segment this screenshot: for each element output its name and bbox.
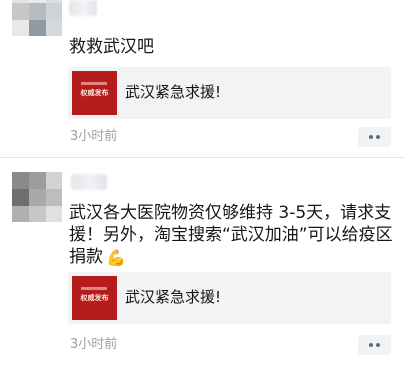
- more-button[interactable]: [358, 335, 391, 355]
- user-name[interactable]: [69, 0, 97, 16]
- timestamp: 3小时前: [70, 337, 118, 352]
- timestamp: 3小时前: [70, 129, 118, 144]
- more-dots-icon: [369, 343, 373, 347]
- post-text: 救救武汉吧: [69, 37, 154, 57]
- post-text: 武汉各大医院物资仅够维持 3-5天，请求支援！另外，淘宝搜索“武汉加油”可以给疫…: [69, 202, 393, 268]
- more-dots-icon: [369, 135, 373, 139]
- link-title: 武汉紧急求援!: [125, 288, 222, 306]
- avatar[interactable]: [12, 172, 62, 222]
- link-thumbnail: 权威发布: [72, 71, 117, 115]
- more-button[interactable]: [358, 127, 391, 147]
- link-card[interactable]: 权威发布 武汉紧急求援!: [68, 272, 391, 324]
- thumbnail-caption: 权威发布: [80, 294, 109, 302]
- moment-post: 武汉各大医院物资仅够维持 3-5天，请求支援！另外，淘宝搜索“武汉加油”可以给疫…: [0, 158, 405, 373]
- user-name[interactable]: [71, 174, 107, 190]
- moment-post: 救救武汉吧 权威发布 武汉紧急求援! 3小时前: [0, 0, 405, 158]
- avatar[interactable]: [12, 0, 62, 36]
- link-title: 武汉紧急求援!: [125, 83, 222, 101]
- link-card[interactable]: 权威发布 武汉紧急求援!: [68, 67, 391, 119]
- muscle-emoji: 💪: [106, 248, 126, 267]
- link-thumbnail: 权威发布: [72, 276, 117, 320]
- thumbnail-caption: 权威发布: [80, 89, 109, 97]
